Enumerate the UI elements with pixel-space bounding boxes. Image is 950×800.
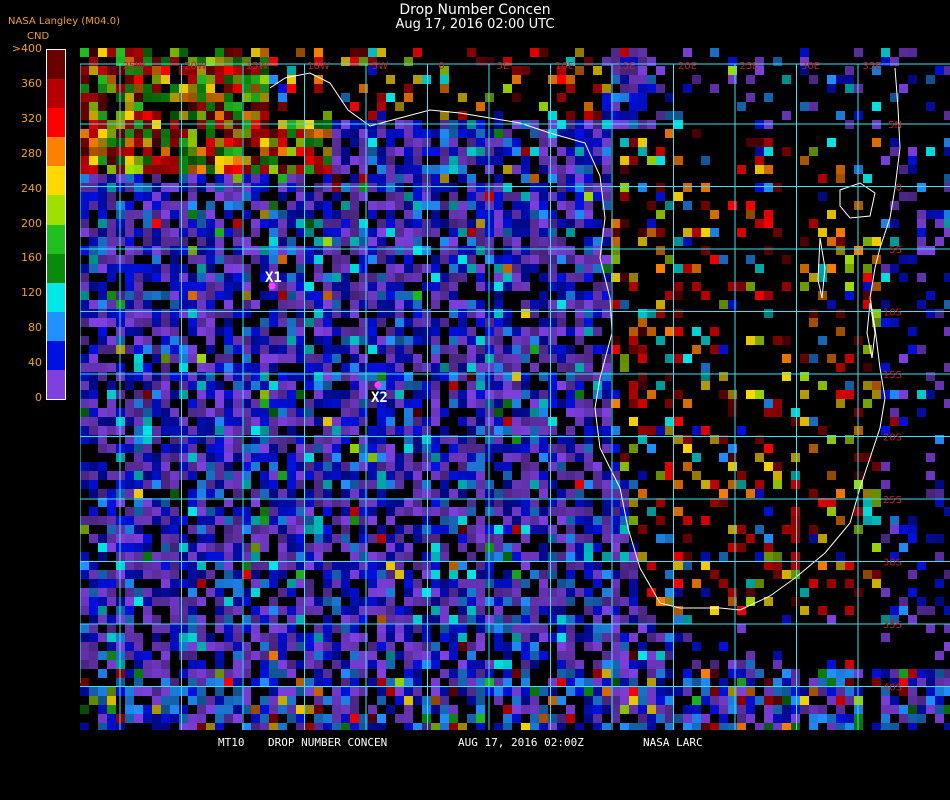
- longitude-label: 15E: [616, 61, 635, 72]
- longitude-label: 25E: [739, 61, 758, 72]
- color-scale-tick: 40: [28, 356, 42, 370]
- color-scale-tick: 240: [21, 181, 42, 195]
- latitude-label: 5S: [889, 245, 902, 256]
- site-marker-label: X1: [265, 270, 282, 286]
- color-scale-swatch: [47, 108, 65, 138]
- latitude-label: 5N: [888, 120, 902, 131]
- color-scale-swatch: [47, 50, 65, 80]
- color-scale-tick: 0: [35, 391, 42, 404]
- color-scale-tick: 360: [21, 76, 42, 90]
- satellite-map: 25W 20W 15W 10W 5W 0 5E 10E 15E 20E 25E 30E 35E 5N 0 5…: [80, 48, 950, 730]
- map-datetime: Aug 17, 2016 02:00 UTC: [395, 17, 555, 32]
- longitude-label: 15W: [246, 61, 269, 72]
- color-scale-swatch: [47, 137, 65, 167]
- site-marker-dot: [374, 381, 382, 389]
- footer-org: NASA LARC: [643, 736, 703, 749]
- latitude-label: 30S: [883, 558, 902, 569]
- longitude-label: 20E: [678, 61, 697, 72]
- longitude-label: 0: [438, 61, 444, 72]
- color-scale-swatch: [47, 311, 65, 342]
- color-scale-swatch: [47, 224, 65, 255]
- latitude-label: 40S: [883, 683, 902, 694]
- longitude-label: 10W: [307, 61, 330, 72]
- color-scale-swatch: [47, 253, 65, 284]
- color-scale-swatch: [47, 369, 65, 400]
- color-scale-swatch: [47, 195, 65, 225]
- longitude-label: 30E: [801, 61, 820, 72]
- coastline-east-africa: [869, 67, 901, 399]
- organization-label: NASA Langley (M04.0): [8, 16, 120, 27]
- color-scale-tick: >400: [11, 42, 42, 55]
- unit-label: CND: [27, 31, 50, 42]
- latitude-label: 25S: [883, 495, 902, 506]
- longitude-label: 10E: [555, 61, 574, 72]
- longitude-label: 20W: [184, 61, 207, 72]
- latitude-label: 0: [896, 183, 902, 194]
- color-scale-swatch: [47, 282, 65, 313]
- cloud-pixels: [80, 48, 950, 730]
- footer-bar: MT10 DROP NUMBER CONCEN AUG 17, 2016 02:…: [0, 735, 950, 750]
- latitude-label: 15S: [883, 370, 902, 381]
- color-scale-bar: [46, 49, 66, 400]
- latitude-label: 10S: [883, 308, 902, 319]
- color-scale-swatch: [47, 79, 65, 109]
- map-title: Drop Number Concen: [399, 2, 551, 18]
- color-scale-tick: 280: [21, 146, 42, 160]
- latitude-label: 35S: [883, 620, 902, 631]
- longitude-label: 35E: [862, 61, 881, 72]
- footer-satellite: MT10: [218, 736, 245, 749]
- longitude-label: 5W: [372, 61, 388, 72]
- color-scale-tick: 120: [21, 286, 42, 300]
- color-scale-tick: 160: [21, 251, 42, 265]
- color-scale-swatch: [47, 166, 65, 196]
- longitude-label: 25W: [123, 61, 146, 72]
- site-marker-label: X2: [371, 390, 388, 406]
- color-scale-swatch: [47, 340, 65, 371]
- color-scale-tick: 320: [21, 111, 42, 125]
- footer-date: AUG 17, 2016 02:00Z: [458, 736, 584, 749]
- color-scale-tick: 80: [28, 321, 42, 335]
- footer-product: DROP NUMBER CONCEN: [268, 736, 388, 749]
- longitude-label: 5E: [497, 61, 510, 72]
- color-scale-tick: 200: [21, 216, 42, 230]
- latitude-label: 20S: [883, 433, 902, 444]
